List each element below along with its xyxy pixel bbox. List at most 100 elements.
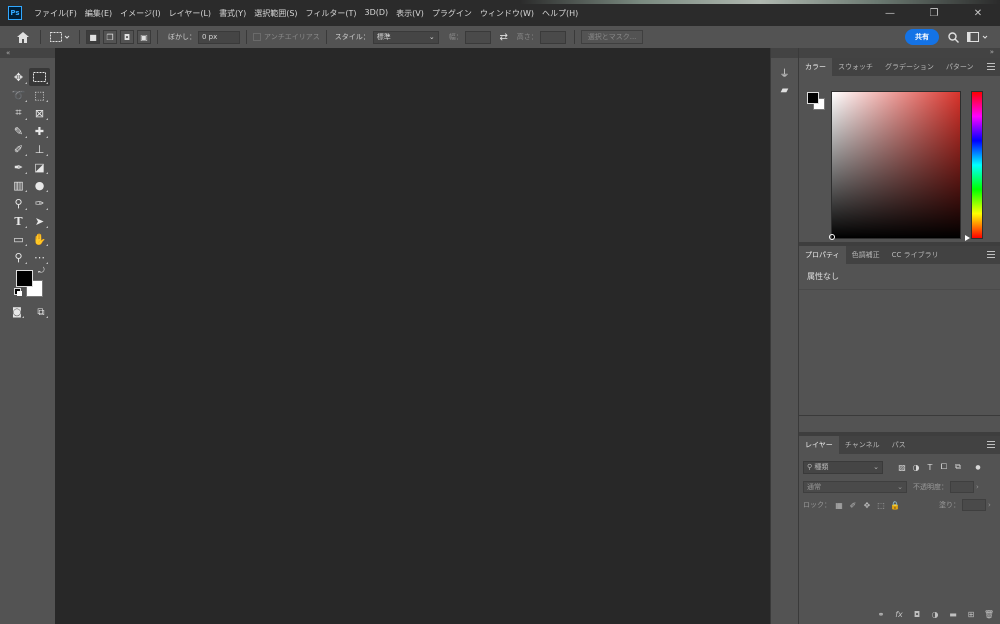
- menu-image[interactable]: イメージ(I): [116, 8, 164, 19]
- filter-adjustment-icon[interactable]: ◑: [909, 461, 923, 474]
- menu-view[interactable]: 表示(V): [392, 8, 428, 19]
- lock-position-icon[interactable]: ✥: [861, 499, 873, 511]
- type-tool-icon[interactable]: T: [8, 212, 29, 230]
- chevron-right-icon[interactable]: ›: [988, 501, 991, 509]
- gradient-tool-icon[interactable]: ▥: [8, 176, 29, 194]
- style-select[interactable]: 標準 ⌄: [372, 30, 439, 44]
- menu-filter[interactable]: フィルター(T): [302, 8, 361, 19]
- path-selection-tool-icon[interactable]: ➤: [29, 212, 50, 230]
- panel-menu-icon[interactable]: [987, 63, 995, 70]
- fill-input[interactable]: [962, 499, 986, 511]
- object-selection-tool-icon[interactable]: ⬚: [29, 86, 50, 104]
- new-layer-icon[interactable]: ⊞: [965, 610, 977, 619]
- tab-gradients[interactable]: グラデーション: [879, 58, 940, 76]
- subtract-from-selection-icon[interactable]: ◘: [120, 30, 134, 44]
- tab-adjustments[interactable]: 色調補正: [846, 246, 886, 264]
- default-colors-icon[interactable]: [14, 288, 22, 296]
- frame-tool-icon[interactable]: ⊠: [29, 104, 50, 122]
- minimize-button[interactable]: —: [868, 0, 912, 26]
- filter-pixel-icon[interactable]: ▨: [895, 461, 909, 474]
- layer-kind-filter[interactable]: ⚲ 種類 ⌄: [803, 460, 883, 474]
- color-panel-foreground-swatch[interactable]: [807, 92, 819, 104]
- share-button[interactable]: 共有: [905, 29, 939, 45]
- panel-menu-icon[interactable]: [987, 441, 995, 448]
- tab-properties[interactable]: プロパティ: [799, 246, 846, 264]
- lock-image-icon[interactable]: ✐: [847, 499, 859, 511]
- tab-cc-libraries[interactable]: CC ライブラリ: [886, 246, 945, 264]
- color-field[interactable]: [831, 91, 961, 239]
- hue-slider-handle[interactable]: [965, 235, 970, 241]
- canvas-area[interactable]: [55, 48, 770, 624]
- lasso-tool-icon[interactable]: ➰: [8, 86, 29, 104]
- restore-button[interactable]: ❐: [912, 0, 956, 26]
- menu-window[interactable]: ウィンドウ(W): [476, 8, 538, 19]
- rectangle-tool-icon[interactable]: ▭: [8, 230, 29, 248]
- panel-menu-icon[interactable]: [987, 251, 995, 258]
- collapse-panels-icon[interactable]: »: [799, 48, 1000, 58]
- menu-help[interactable]: ヘルプ(H): [538, 8, 582, 19]
- zoom-tool-icon[interactable]: ⚲: [8, 248, 29, 266]
- tab-swatches[interactable]: スウォッチ: [832, 58, 879, 76]
- tab-channels[interactable]: チャンネル: [839, 436, 886, 454]
- pen-tool-icon[interactable]: ✑: [29, 194, 50, 212]
- foreground-color-swatch[interactable]: [16, 270, 33, 287]
- color-field-marker[interactable]: [829, 234, 835, 240]
- menu-file[interactable]: ファイル(F): [30, 8, 81, 19]
- feather-input[interactable]: 0 px: [198, 30, 240, 44]
- menu-edit[interactable]: 編集(E): [81, 8, 116, 19]
- new-selection-icon[interactable]: ■: [86, 30, 100, 44]
- swap-dimensions-icon[interactable]: ⇄: [491, 32, 517, 43]
- menu-layer[interactable]: レイヤー(L): [165, 8, 215, 19]
- move-tool-icon[interactable]: ✥: [8, 68, 29, 86]
- quick-mask-icon[interactable]: ◙: [8, 304, 26, 320]
- comments-panel-icon[interactable]: ▰: [776, 82, 794, 98]
- chevron-right-icon[interactable]: ›: [976, 483, 979, 491]
- lock-transparent-icon[interactable]: ▦: [833, 499, 845, 511]
- hand-tool-icon[interactable]: ✋: [29, 230, 50, 248]
- tab-layers[interactable]: レイヤー: [799, 436, 839, 454]
- screen-mode-icon[interactable]: ⧉: [32, 304, 50, 320]
- marquee-preset-picker-icon[interactable]: [47, 32, 73, 42]
- filter-smart-object-icon[interactable]: ⧉: [951, 461, 965, 474]
- filter-toggle-icon[interactable]: ●: [971, 461, 985, 474]
- antialias-checkbox[interactable]: [253, 33, 261, 41]
- intersect-selection-icon[interactable]: ▣: [137, 30, 151, 44]
- lock-all-icon[interactable]: 🔒: [889, 499, 901, 511]
- blend-mode-select[interactable]: 通常 ⌄: [803, 481, 907, 493]
- workspace-switcher-icon[interactable]: [966, 30, 990, 44]
- menu-select[interactable]: 選択範囲(S): [250, 8, 301, 19]
- search-icon[interactable]: [946, 30, 960, 44]
- brush-tool-icon[interactable]: ✐: [8, 140, 29, 158]
- tab-patterns[interactable]: パターン: [940, 58, 980, 76]
- menu-3d[interactable]: 3D(D): [361, 8, 393, 19]
- crop-tool-icon[interactable]: ⌗: [8, 104, 29, 122]
- edit-toolbar-icon[interactable]: ⋯: [29, 248, 50, 266]
- dodge-tool-icon[interactable]: ⚲: [8, 194, 29, 212]
- delete-layer-icon[interactable]: 🗑: [983, 610, 995, 619]
- history-brush-tool-icon[interactable]: ✒: [8, 158, 29, 176]
- blur-tool-icon[interactable]: ●: [29, 176, 50, 194]
- lock-artboard-icon[interactable]: ⬚: [875, 499, 887, 511]
- fx-icon[interactable]: fx: [893, 610, 905, 619]
- learn-panel-icon[interactable]: ⏚: [776, 64, 794, 80]
- collapse-toolbar-icon[interactable]: «: [0, 48, 55, 58]
- add-mask-icon[interactable]: ◘: [911, 610, 923, 619]
- eraser-tool-icon[interactable]: ◪: [29, 158, 50, 176]
- clone-stamp-tool-icon[interactable]: ⊥: [29, 140, 50, 158]
- close-button[interactable]: ✕: [956, 0, 1000, 26]
- swap-colors-icon[interactable]: ⤾: [38, 266, 45, 276]
- collapse-strip-icon[interactable]: [771, 48, 798, 58]
- tab-color[interactable]: カラー: [799, 58, 832, 76]
- tab-paths[interactable]: パス: [886, 436, 912, 454]
- opacity-input[interactable]: [950, 481, 974, 493]
- home-icon[interactable]: [12, 31, 34, 43]
- filter-type-icon[interactable]: T: [923, 461, 937, 474]
- hue-slider[interactable]: [971, 91, 983, 239]
- menu-type[interactable]: 書式(Y): [215, 8, 250, 19]
- link-layers-icon[interactable]: ⚭: [875, 610, 887, 619]
- new-group-icon[interactable]: ▬: [947, 610, 959, 619]
- select-and-mask-button[interactable]: 選択とマスク...: [580, 30, 644, 44]
- menu-plugins[interactable]: プラグイン: [428, 8, 476, 19]
- eyedropper-tool-icon[interactable]: ✎: [8, 122, 29, 140]
- width-input[interactable]: [464, 30, 491, 44]
